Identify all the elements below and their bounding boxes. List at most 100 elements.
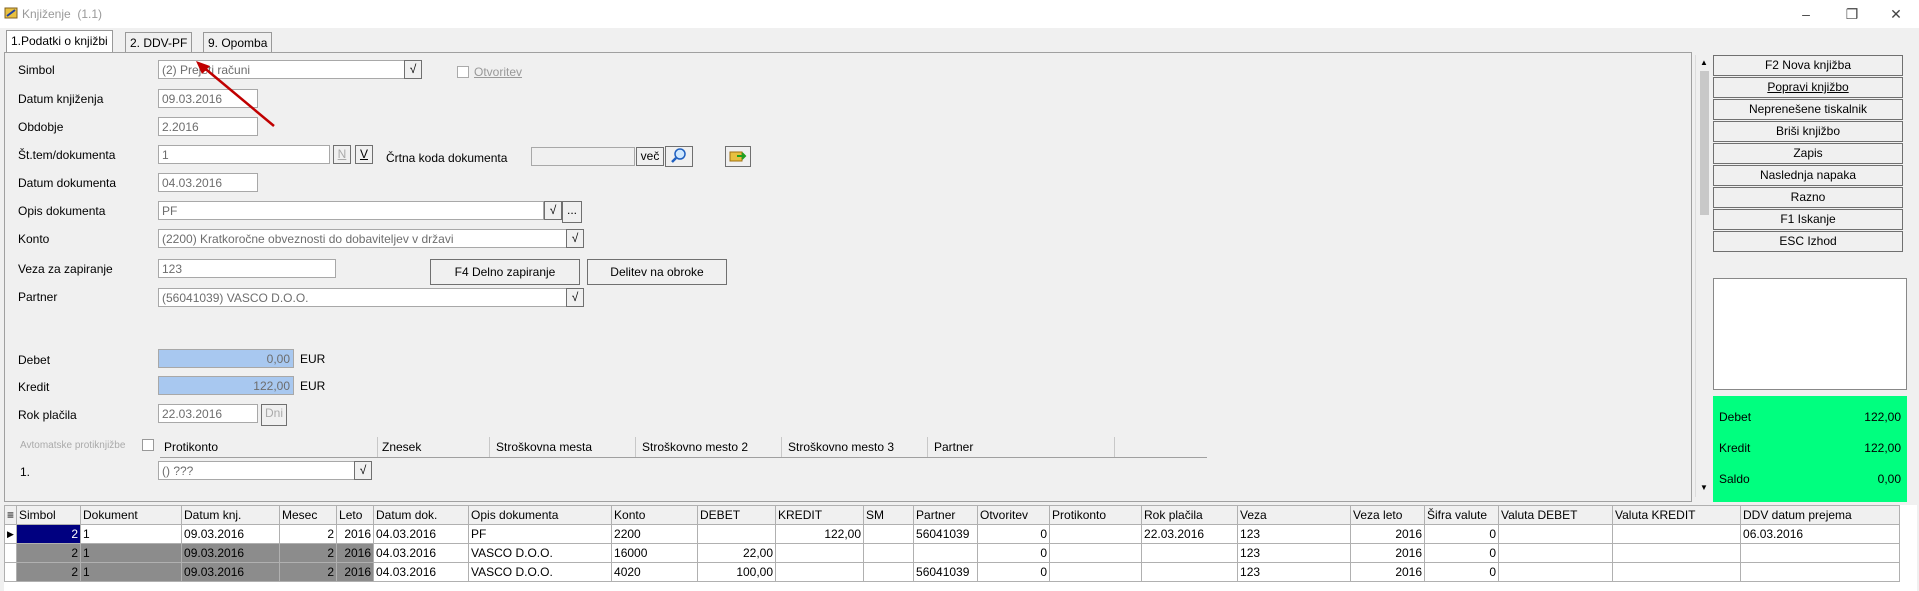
veza-field[interactable]: 123 — [158, 259, 336, 278]
avto-checkbox[interactable] — [142, 439, 154, 451]
panel-scrollbar[interactable]: ▲ ▼ — [1695, 55, 1713, 497]
partner-confirm-button[interactable]: √ — [566, 288, 584, 307]
cell[interactable]: 123 — [1237, 562, 1352, 582]
cell[interactable]: 123 — [1237, 524, 1352, 544]
scroll-up-icon[interactable]: ▲ — [1700, 58, 1708, 67]
search-icon[interactable] — [665, 146, 693, 167]
cell[interactable] — [1049, 562, 1143, 582]
cell[interactable]: 2016 — [336, 543, 375, 563]
cell[interactable]: 09.03.2016 — [181, 524, 281, 544]
konto-confirm-button[interactable]: √ — [566, 229, 584, 248]
cell[interactable]: 1 — [80, 524, 183, 544]
cell[interactable]: 2200 — [611, 524, 699, 544]
cell[interactable]: 2 — [16, 562, 82, 582]
cell[interactable] — [1612, 524, 1742, 544]
grid-header[interactable]: DDV datum prejema — [1740, 505, 1901, 525]
kredit-field[interactable]: 122,00 — [158, 376, 294, 395]
cell[interactable] — [1498, 524, 1614, 544]
grid-header[interactable]: Dokument — [80, 505, 183, 525]
rok-field[interactable]: 22.03.2016 — [158, 404, 258, 423]
konto-field[interactable]: (2200) Kratkoročne obveznosti do dobavit… — [158, 229, 568, 248]
cell[interactable]: 2016 — [336, 562, 375, 582]
cell[interactable]: 22,00 — [697, 543, 777, 563]
cell[interactable]: 2016 — [336, 524, 375, 544]
cell[interactable] — [1612, 562, 1742, 582]
datum-dok-field[interactable]: 04.03.2016 — [158, 173, 258, 192]
grid-header[interactable]: Valuta DEBET — [1498, 505, 1614, 525]
izhod-button[interactable]: ESC Izhod — [1713, 231, 1903, 252]
dni-button[interactable]: Dni — [261, 404, 287, 426]
cell[interactable]: 56041039 — [913, 562, 979, 582]
opis-more-button[interactable]: ... — [562, 201, 582, 223]
cell[interactable] — [1141, 562, 1239, 582]
cell[interactable]: 2 — [16, 543, 82, 563]
export-icon[interactable] — [725, 146, 751, 167]
v-button[interactable]: V — [355, 145, 373, 164]
cell[interactable]: 123 — [1237, 543, 1352, 563]
table-row[interactable]: 2 1 09.03.2016 2 2016 04.03.2016 VASCO D… — [4, 562, 1901, 582]
cell[interactable]: VASCO D.O.O. — [468, 562, 613, 582]
grid-header[interactable]: Otvoritev — [977, 505, 1051, 525]
cell[interactable] — [1049, 524, 1143, 544]
grid-header[interactable]: Leto — [336, 505, 375, 525]
cell[interactable] — [697, 524, 777, 544]
cell[interactable]: 16000 — [611, 543, 699, 563]
cell[interactable] — [775, 543, 865, 563]
cell[interactable]: 04.03.2016 — [373, 543, 470, 563]
cell[interactable] — [863, 524, 915, 544]
grid-header[interactable]: Simbol — [16, 505, 82, 525]
grid-header[interactable]: Partner — [913, 505, 979, 525]
cell[interactable]: PF — [468, 524, 613, 544]
cell[interactable]: 2016 — [1350, 543, 1426, 563]
grid-corner-icon[interactable]: ≡ — [4, 505, 18, 525]
cell[interactable] — [1740, 543, 1901, 563]
otvoritev-checkbox[interactable] — [457, 66, 469, 78]
cell[interactable]: 06.03.2016 — [1740, 524, 1901, 544]
cell[interactable]: 56041039 — [913, 524, 979, 544]
st-tem-field[interactable]: 1 — [158, 145, 330, 164]
tab-ddv-pf[interactable]: 2. DDV-PF — [125, 32, 193, 53]
grid-header[interactable]: Datum dok. — [373, 505, 470, 525]
table-row[interactable]: 2 1 09.03.2016 2 2016 04.03.2016 VASCO D… — [4, 543, 1901, 563]
cell[interactable]: 2016 — [1350, 562, 1426, 582]
grid-header[interactable]: Šifra valute — [1424, 505, 1500, 525]
razno-button[interactable]: Razno — [1713, 187, 1903, 208]
cell[interactable]: 1 — [80, 562, 183, 582]
cell[interactable]: 1 — [80, 543, 183, 563]
grid-header[interactable]: Konto — [611, 505, 699, 525]
cell[interactable]: 0 — [1424, 543, 1500, 563]
cell[interactable] — [863, 543, 915, 563]
popravi-knjizbo-button[interactable]: Popravi knjižbo — [1713, 77, 1903, 98]
naslednja-napaka-button[interactable]: Naslednja napaka — [1713, 165, 1903, 186]
cell[interactable]: 4020 — [611, 562, 699, 582]
grid-header[interactable]: DEBET — [697, 505, 777, 525]
grid-header[interactable]: Veza — [1237, 505, 1352, 525]
table-row[interactable]: ▶ 2 1 09.03.2016 2 2016 04.03.2016 PF 22… — [4, 524, 1901, 544]
cell[interactable] — [1141, 543, 1239, 563]
partner-field[interactable]: (56041039) VASCO D.O.O. — [158, 288, 568, 307]
cell[interactable]: 0 — [977, 543, 1051, 563]
cell[interactable]: 09.03.2016 — [181, 543, 281, 563]
debet-field[interactable]: 0,00 — [158, 349, 294, 368]
opis-field[interactable]: PF — [158, 201, 544, 220]
cell[interactable]: 2 — [279, 524, 338, 544]
cell[interactable]: 0 — [977, 524, 1051, 544]
iskanje-button[interactable]: F1 Iskanje — [1713, 209, 1903, 230]
grid-header[interactable]: Veza leto — [1350, 505, 1426, 525]
cell[interactable] — [1498, 543, 1614, 563]
brisi-knjizbo-button[interactable]: Briši knjižbo — [1713, 121, 1903, 142]
tab-podatki[interactable]: 1.Podatki o knjižbi — [6, 30, 113, 53]
opis-confirm-button[interactable]: √ — [544, 201, 562, 220]
cell[interactable] — [913, 543, 979, 563]
cell[interactable]: 2 — [279, 543, 338, 563]
restore-button[interactable]: ❐ — [1829, 0, 1875, 28]
delno-zapiranje-button[interactable]: F4 Delno zapiranje — [430, 259, 580, 285]
cell[interactable]: 2 — [279, 562, 338, 582]
cell[interactable]: 22.03.2016 — [1141, 524, 1239, 544]
cell[interactable]: 100,00 — [697, 562, 777, 582]
n-button[interactable]: N — [333, 145, 351, 164]
cell[interactable]: 04.03.2016 — [373, 562, 470, 582]
grid-header[interactable]: Protikonto — [1049, 505, 1143, 525]
grid-header[interactable]: Datum knj. — [181, 505, 281, 525]
protikonto-field[interactable]: () ??? — [158, 461, 356, 480]
